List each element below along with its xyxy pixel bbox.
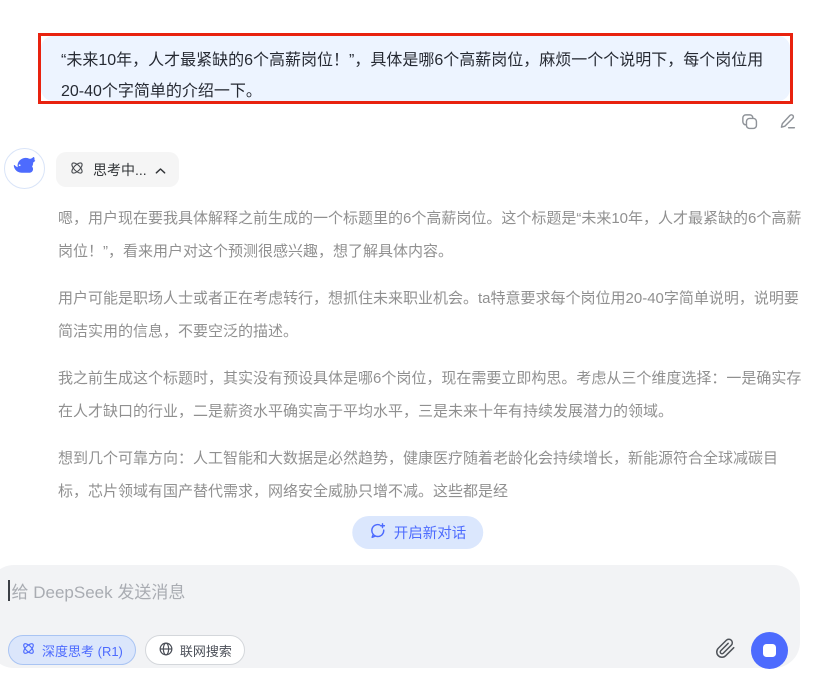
deepthink-toggle[interactable]: 深度思考 (R1) [8,635,136,665]
stop-generation-icon [763,644,776,657]
input-placeholder: 给 DeepSeek 发送消息 [12,578,186,603]
thinking-label: 思考中... [93,160,147,180]
thinking-paragraph: 用户可能是职场人士或者正在考虑转行，想抓住未来职业机会。ta特意要求每个岗位用2… [58,282,802,348]
attach-button[interactable] [715,638,736,662]
web-search-toggle[interactable]: 联网搜索 [145,635,245,665]
message-actions [739,112,798,133]
thinking-paragraph: 我之前生成这个标题时，其实没有预设具体是哪6个岗位，现在需要立即构思。考虑从三个… [58,362,802,428]
edit-pencil-icon [778,112,797,134]
globe-icon [158,641,174,660]
thinking-paragraph: 想到几个可靠方向：人工智能和大数据是必然趋势，健康医疗随着老龄化会持续增长，新能… [58,442,802,508]
deepthink-label: 深度思考 (R1) [42,641,123,660]
user-message-bubble: “未来10年，人才最紧缺的6个高薪岗位！”，具体是哪6个高薪岗位，麻烦一个个说明… [41,36,790,101]
deepthink-atom-icon [69,160,85,179]
thinking-content: 嗯，用户现在要我具体解释之前生成的一个标题里的6个高薪岗位。这个标题是“未来10… [58,202,802,522]
deepseek-avatar [4,148,45,189]
deepseek-whale-logo-icon [11,153,38,185]
new-chat-label: 开启新对话 [394,522,467,543]
deepthink-atom-icon [21,641,36,659]
annotation-highlight: “未来10年，人才最紧缺的6个高薪岗位！”，具体是哪6个高薪岗位，麻烦一个个说明… [38,33,793,104]
composer: 给 DeepSeek 发送消息 深度思考 (R1) [0,565,800,668]
thinking-toggle-button[interactable]: 思考中... [56,152,179,187]
chevron-up-icon [155,162,166,178]
paperclip-icon [715,638,736,662]
thinking-paragraph: 嗯，用户现在要我具体解释之前生成的一个标题里的6个高薪岗位。这个标题是“未来10… [58,202,802,268]
copy-button[interactable] [739,112,760,133]
chat-page: “未来10年，人才最紧缺的6个高薪岗位！”，具体是哪6个高薪岗位，麻烦一个个说明… [0,0,835,674]
web-search-label: 联网搜索 [180,641,232,660]
new-chat-button[interactable]: 开启新对话 [352,516,484,549]
stop-button[interactable] [751,632,788,669]
composer-toolbar: 深度思考 (R1) 联网搜索 [0,634,800,666]
message-input[interactable]: 给 DeepSeek 发送消息 [8,578,185,603]
text-caret [8,580,10,601]
edit-button[interactable] [777,112,798,133]
copy-icon [740,112,759,134]
new-chat-bubble-plus-icon [369,522,386,543]
